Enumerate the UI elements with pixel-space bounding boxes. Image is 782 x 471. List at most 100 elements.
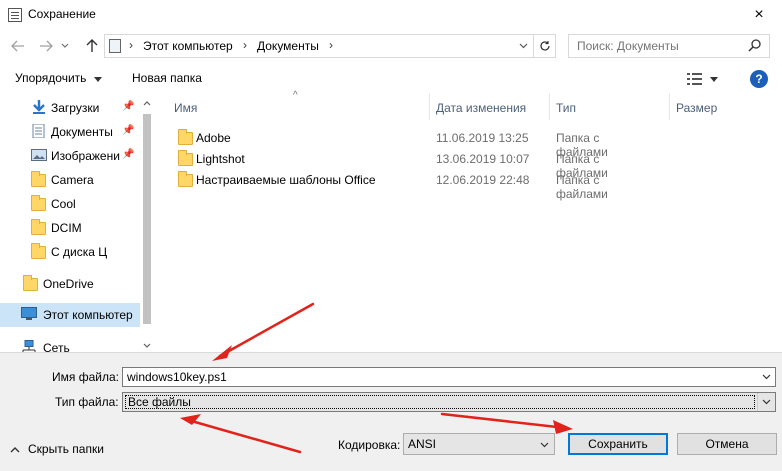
scroll-down-arrow[interactable] [140, 338, 154, 352]
title-bar: Сохранение × [0, 0, 782, 30]
pin-icon: 📌 [122, 125, 135, 136]
download-icon [33, 100, 45, 114]
file-date: 11.06.2019 13:25 [436, 131, 529, 145]
folder-icon [178, 150, 193, 166]
nav-item-dcim[interactable]: DCIM [0, 216, 140, 240]
chevron-down-icon [540, 442, 549, 448]
nav-item-this-pc[interactable]: Этот компьютер [0, 303, 140, 327]
folder-icon [31, 219, 46, 235]
nav-item-downloads[interactable]: Загрузки 📌 [0, 96, 140, 120]
file-name: Adobe [196, 131, 231, 145]
cancel-button[interactable]: Отмена [677, 433, 777, 455]
folder-icon [23, 275, 38, 291]
nav-item-label: Загрузки [51, 101, 100, 115]
filetype-label: Тип файла: [55, 395, 119, 409]
up-button[interactable] [80, 36, 104, 56]
view-details-icon [687, 73, 702, 85]
recent-dropdown-button[interactable] [58, 36, 72, 56]
nav-item-label: Этот компьютер [43, 308, 133, 322]
breadcrumb-this-pc[interactable]: Этот компьютер [143, 39, 233, 53]
refresh-button[interactable] [533, 35, 555, 57]
search-icon[interactable] [747, 38, 763, 54]
nav-item-pictures[interactable]: Изображени 📌 [0, 144, 140, 168]
chevron-down-icon [762, 374, 770, 380]
encoding-label: Кодировка: [338, 438, 401, 452]
pin-icon: 📌 [122, 149, 135, 160]
filename-combobox[interactable] [122, 367, 776, 387]
filename-input[interactable] [123, 368, 743, 386]
file-name: Настраиваемые шаблоны Office [196, 173, 376, 187]
nav-item-label: Документы [51, 125, 113, 139]
address-dropdown-button[interactable] [515, 37, 531, 55]
pin-icon: 📌 [122, 101, 135, 112]
column-header-type[interactable]: Тип [550, 94, 670, 120]
new-folder-label: Новая папка [132, 71, 202, 85]
column-header-size[interactable]: Размер [670, 94, 750, 120]
navigation-pane[interactable]: Загрузки 📌 Документы 📌 Изображени 📌 Came… [0, 94, 155, 355]
close-button[interactable]: × [736, 0, 782, 30]
computer-icon [109, 39, 121, 53]
chevron-down-icon [143, 343, 151, 348]
file-row[interactable]: Adobe 11.06.2019 13:25 Папка с файлами [174, 126, 654, 159]
chevron-up-icon [143, 100, 151, 105]
folder-icon [178, 129, 193, 145]
encoding-select[interactable]: ANSI [403, 433, 555, 455]
hide-folders-label: Скрыть папки [28, 442, 104, 456]
help-icon[interactable]: ? [750, 70, 768, 88]
nav-item-from-disk-c[interactable]: С диска Ц [0, 240, 140, 264]
nav-item-label: DCIM [51, 221, 82, 235]
column-header-name[interactable]: Имя [168, 94, 430, 120]
file-type: Папка с файлами [556, 173, 608, 201]
close-icon: × [754, 6, 764, 23]
scroll-thumb[interactable] [143, 114, 151, 324]
nav-scrollbar[interactable] [140, 94, 154, 352]
breadcrumb-documents[interactable]: Документы [257, 39, 319, 53]
organize-button[interactable]: Упорядочить [15, 71, 102, 85]
image-icon [31, 149, 47, 161]
search-box[interactable] [568, 34, 770, 58]
breadcrumb-separator[interactable]: › [243, 38, 247, 52]
chevron-up-icon [10, 446, 20, 452]
arrow-left-icon [11, 40, 24, 52]
new-folder-button[interactable]: Новая папка [132, 71, 202, 85]
nav-item-cool[interactable]: Cool [0, 192, 140, 216]
chevron-down-icon [61, 43, 69, 48]
scroll-up-arrow[interactable] [140, 96, 154, 110]
arrow-right-icon [40, 40, 53, 52]
filetype-dropdown-button[interactable] [757, 393, 775, 411]
save-button[interactable]: Сохранить [568, 433, 668, 455]
file-row[interactable]: Настраиваемые шаблоны Office 12.06.2019 … [174, 168, 654, 201]
breadcrumb-separator[interactable]: › [329, 38, 333, 52]
computer-icon [21, 307, 37, 320]
chevron-down-icon [762, 399, 771, 405]
organize-label: Упорядочить [15, 71, 87, 85]
column-header-date[interactable]: Дата изменения [430, 94, 550, 120]
breadcrumb-separator[interactable]: › [129, 38, 133, 52]
filename-dropdown-button[interactable] [759, 370, 773, 384]
file-list[interactable]: ^ Имя Дата изменения Тип Размер Adobe 11… [160, 90, 782, 352]
forward-button[interactable] [34, 36, 58, 56]
filename-label: Имя файла: [52, 370, 119, 384]
hide-folders-button[interactable]: Скрыть папки [10, 442, 104, 456]
command-bar: Упорядочить Новая папка ? [0, 62, 782, 94]
back-button[interactable] [6, 36, 30, 56]
search-input[interactable] [569, 35, 739, 57]
change-view-button[interactable] [686, 70, 724, 88]
nav-item-label: Cool [51, 197, 76, 211]
document-icon [32, 124, 45, 138]
arrow-up-icon [86, 39, 98, 52]
address-bar[interactable]: › Этот компьютер › Документы › [104, 34, 556, 58]
nav-item-documents[interactable]: Документы 📌 [0, 120, 140, 144]
file-row[interactable]: Lightshot 13.06.2019 10:07 Папка с файла… [174, 147, 654, 180]
nav-item-label: OneDrive [43, 277, 94, 291]
filetype-select[interactable]: Все файлы [122, 392, 776, 412]
folder-icon [31, 243, 46, 259]
nav-item-label: Изображени [51, 149, 120, 163]
nav-item-onedrive[interactable]: OneDrive [0, 272, 140, 296]
folder-icon [31, 171, 46, 187]
caret-down-icon [93, 77, 102, 82]
window-title: Сохранение [28, 7, 96, 21]
nav-item-camera[interactable]: Camera [0, 168, 140, 192]
encoding-value: ANSI [408, 437, 437, 451]
file-date: 12.06.2019 22:48 [436, 173, 530, 187]
